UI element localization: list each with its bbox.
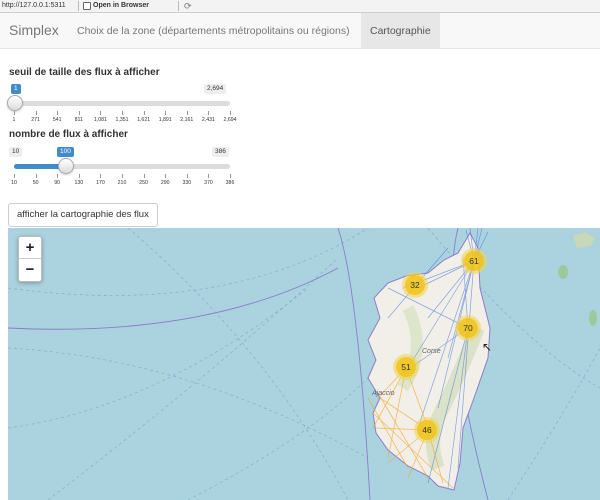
show-map-button[interactable]: afficher la cartographie des flux xyxy=(8,203,158,227)
navbar: Simplex Choix de la zone (départements m… xyxy=(0,13,600,49)
app-brand[interactable]: Simplex xyxy=(9,22,59,38)
slider-tick xyxy=(122,174,123,178)
slider-tick-label: 330 xyxy=(182,180,192,186)
slider-tick-label: 10 xyxy=(11,180,17,186)
slider-tick-label: 290 xyxy=(160,180,170,186)
slider-tick xyxy=(57,174,59,178)
slider-tick-label: 541 xyxy=(52,117,62,123)
slider-tick xyxy=(35,111,37,115)
slider-tick xyxy=(165,111,167,115)
slider-tick xyxy=(208,111,210,115)
slider-tick-label: 210 xyxy=(117,180,127,186)
slider-tick-label: 50 xyxy=(32,180,39,186)
slider-tick-label: 1,621 xyxy=(137,117,151,123)
marker-cluster[interactable]: 70 xyxy=(455,315,481,341)
slider-tick xyxy=(100,174,102,178)
marker-cluster[interactable]: 46 xyxy=(414,417,440,443)
slider-tick-label: 811 xyxy=(74,117,83,123)
slider-tick xyxy=(186,111,188,115)
slider-tick xyxy=(230,174,231,178)
slider-tick xyxy=(14,111,15,115)
open-browser-icon xyxy=(83,2,91,10)
slider-tick xyxy=(143,174,145,178)
slider-tick xyxy=(122,111,123,115)
mouse-cursor-icon: ↖ xyxy=(482,340,493,354)
slider-count-ticks: 10 50 90 130 170 210 250 290 330 370 386 xyxy=(11,174,234,186)
slider-tick xyxy=(100,111,102,115)
toolbar-separator xyxy=(78,1,79,11)
slider-tick-label: 90 xyxy=(54,180,61,186)
slider-tick xyxy=(186,174,188,178)
tab-choix-zone[interactable]: Choix de la zone (départements métropoli… xyxy=(68,13,359,49)
marker-cluster[interactable]: 51 xyxy=(393,354,419,380)
toolbar-separator xyxy=(178,1,179,11)
slider-tick-label: 370 xyxy=(204,180,213,186)
slider-size-max-value: 2,694 xyxy=(204,84,227,94)
marker-cluster[interactable]: 61 xyxy=(461,248,487,274)
slider-size-min-value: 1 xyxy=(11,84,21,94)
url-text[interactable]: http://127.0.0.1:5311 xyxy=(2,2,66,9)
slider-tick-label: 271 xyxy=(31,117,40,123)
slider-tick xyxy=(78,111,80,115)
slider-tick xyxy=(35,174,37,178)
slider-tick xyxy=(230,111,231,115)
slider-tick-label: 1,351 xyxy=(115,117,129,123)
slider-tick xyxy=(165,174,167,178)
slider-tick xyxy=(143,111,145,115)
place-label: Ajaccio xyxy=(372,390,395,397)
slider-tick-label: 2,161 xyxy=(180,117,194,123)
flow-map[interactable]: + − 61 32 70 51 46 Corse Ajaccio ↖ xyxy=(8,228,600,500)
browser-toolbar: http://127.0.0.1:5311 Open in Browser ⟳ xyxy=(0,0,600,13)
refresh-icon[interactable]: ⟳ xyxy=(184,1,192,12)
zoom-out-button[interactable]: − xyxy=(19,259,41,281)
slider-size-track[interactable] xyxy=(14,101,230,106)
slider-tick-label: 130 xyxy=(74,180,84,186)
slider-tick-label: 386 xyxy=(225,180,235,186)
slider-count-min-value: 10 xyxy=(9,147,23,157)
slider-tick-label: 250 xyxy=(139,180,148,186)
slider-tick-label: 170 xyxy=(96,180,105,186)
map-canvas xyxy=(8,228,600,500)
zoom-control: + − xyxy=(18,236,42,282)
slider-tick xyxy=(208,174,210,178)
slider-tick xyxy=(57,111,59,115)
slider-count-current-value: 100 xyxy=(57,147,74,157)
open-in-browser-button[interactable]: Open in Browser xyxy=(93,2,149,9)
place-label: Corse xyxy=(422,348,441,355)
slider-tick-label: 1,891 xyxy=(158,117,172,123)
zoom-in-button[interactable]: + xyxy=(19,237,41,259)
slider-count-label: nombre de flux à afficher xyxy=(9,129,128,140)
slider-tick-label: 1,081 xyxy=(93,117,107,123)
slider-tick xyxy=(14,174,15,178)
tab-cartographie[interactable]: Cartographie xyxy=(361,13,440,49)
slider-tick xyxy=(78,174,80,178)
slider-size-ticks: 1 271 541 811 1,081 1,351 1,621 1,891 2,161 2,431… xyxy=(12,111,236,123)
marker-cluster[interactable]: 32 xyxy=(402,272,428,298)
slider-count-handle[interactable] xyxy=(57,158,74,174)
slider-size-label: seuil de taille des flux à afficher xyxy=(9,67,160,78)
slider-size-handle[interactable] xyxy=(7,95,23,111)
slider-tick-label: 1 xyxy=(12,117,16,123)
slider-count-max-value: 386 xyxy=(212,147,229,157)
slider-tick-label: 2,694 xyxy=(223,117,237,123)
slider-tick-label: 2,431 xyxy=(201,117,215,123)
